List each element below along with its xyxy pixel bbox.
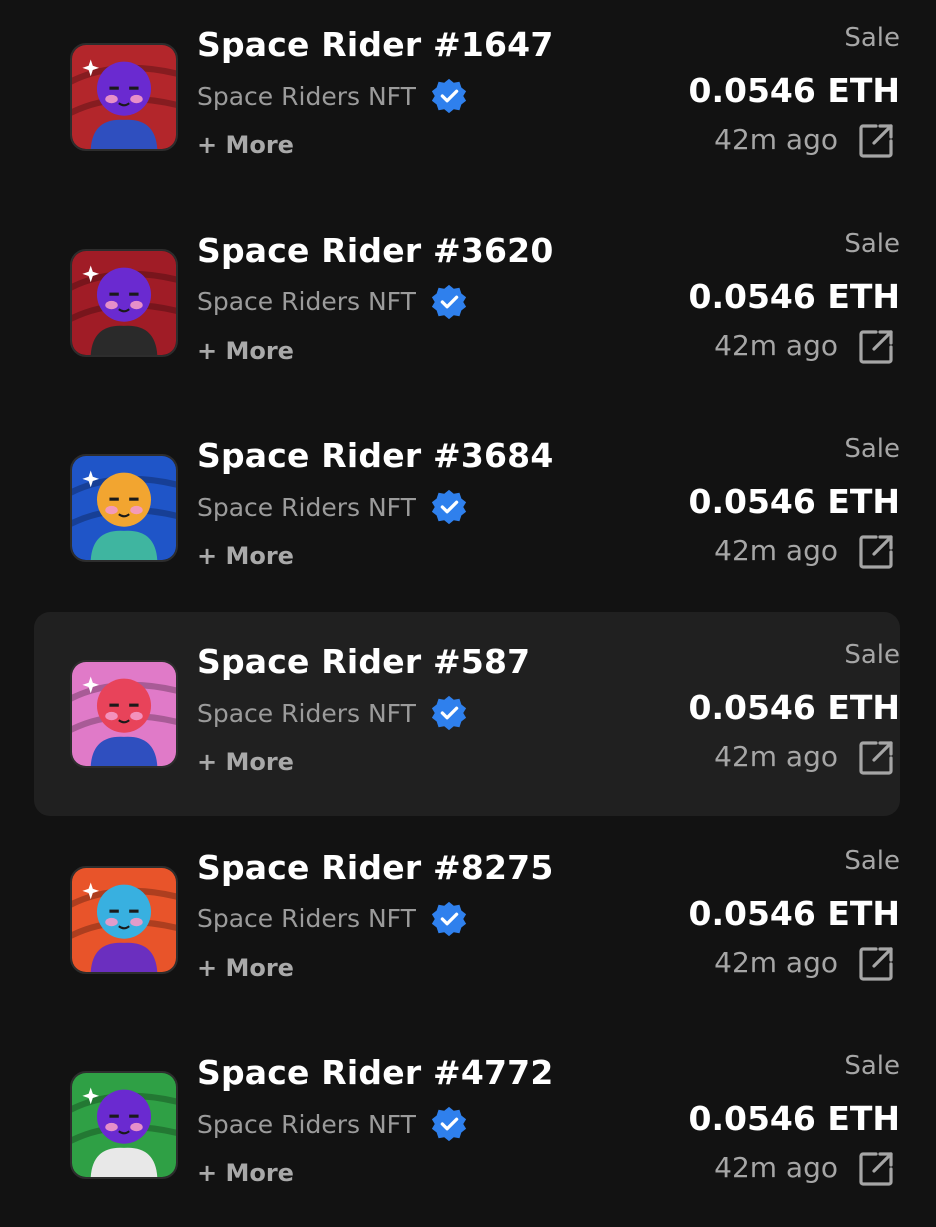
collection-name: Space Riders NFT — [197, 904, 416, 934]
nft-thumbnail[interactable] — [70, 43, 178, 152]
nft-thumbnail[interactable] — [70, 248, 178, 357]
verified-badge-icon — [430, 488, 468, 526]
collection-link[interactable]: Space Riders NFT — [197, 900, 468, 938]
collection-name: Space Riders NFT — [197, 492, 416, 522]
collection-link[interactable]: Space Riders NFT — [197, 77, 468, 115]
timestamp: 42m ago — [714, 534, 838, 568]
sale-price: 0.0546 ETH — [688, 276, 900, 316]
nft-name[interactable]: Space Rider #587 — [197, 642, 530, 681]
timestamp: 42m ago — [714, 740, 838, 773]
sale-price: 0.0546 ETH — [688, 1099, 900, 1139]
activity-row[interactable]: Space Rider #587 Space Riders NFT + More… — [34, 612, 900, 816]
sale-price: 0.0546 ETH — [688, 482, 900, 522]
sale-price: 0.0546 ETH — [688, 688, 900, 727]
collection-link[interactable]: Space Riders NFT — [197, 1105, 468, 1143]
activity-row[interactable]: Space Rider #4772 Space Riders NFT + Mor… — [34, 1023, 900, 1227]
nft-name[interactable]: Space Rider #1647 — [197, 25, 553, 64]
sale-price: 0.0546 ETH — [688, 893, 900, 933]
collection-link[interactable]: Space Riders NFT — [197, 283, 468, 321]
external-link-icon[interactable] — [856, 327, 896, 367]
event-type: Sale — [844, 434, 900, 465]
collection-link[interactable]: Space Riders NFT — [197, 488, 468, 526]
timestamp: 42m ago — [714, 945, 838, 979]
timestamp: 42m ago — [714, 328, 838, 362]
event-type: Sale — [844, 1051, 900, 1082]
event-type: Sale — [844, 640, 900, 670]
nft-thumbnail[interactable] — [70, 660, 178, 768]
timestamp: 42m ago — [714, 1151, 838, 1185]
collection-link[interactable]: Space Riders NFT — [197, 694, 468, 732]
more-button[interactable]: + More — [197, 954, 294, 982]
collection-name: Space Riders NFT — [197, 1109, 416, 1139]
more-button[interactable]: + More — [197, 131, 294, 159]
event-type: Sale — [844, 23, 900, 54]
more-button[interactable]: + More — [197, 748, 294, 776]
activity-row[interactable]: Space Rider #3620 Space Riders NFT + Mor… — [34, 201, 900, 405]
activity-row[interactable]: Space Rider #3684 Space Riders NFT + Mor… — [34, 406, 900, 610]
verified-badge-icon — [430, 1105, 468, 1143]
nft-thumbnail[interactable] — [70, 865, 178, 974]
verified-badge-icon — [430, 900, 468, 938]
external-link-icon[interactable] — [856, 944, 896, 984]
external-link-icon[interactable] — [856, 532, 896, 572]
activity-list: Space Rider #1647 Space Riders NFT + Mor… — [0, 0, 936, 1200]
more-button[interactable]: + More — [197, 1159, 294, 1187]
sale-price: 0.0546 ETH — [688, 71, 900, 111]
more-button[interactable]: + More — [197, 337, 294, 365]
nft-thumbnail[interactable] — [70, 1071, 178, 1180]
nft-name[interactable]: Space Rider #8275 — [197, 848, 553, 887]
timestamp: 42m ago — [714, 123, 838, 157]
collection-name: Space Riders NFT — [197, 287, 416, 317]
nft-name[interactable]: Space Rider #3684 — [197, 436, 553, 475]
nft-name[interactable]: Space Rider #4772 — [197, 1053, 553, 1092]
verified-badge-icon — [430, 283, 468, 321]
collection-name: Space Riders NFT — [197, 698, 416, 728]
activity-row[interactable]: Space Rider #8275 Space Riders NFT + Mor… — [34, 818, 900, 1022]
external-link-icon[interactable] — [856, 1149, 896, 1189]
nft-name[interactable]: Space Rider #3620 — [197, 231, 553, 270]
verified-badge-icon — [430, 694, 468, 732]
external-link-icon[interactable] — [856, 121, 896, 161]
activity-row[interactable]: Space Rider #1647 Space Riders NFT + Mor… — [34, 0, 900, 199]
collection-name: Space Riders NFT — [197, 81, 416, 111]
verified-badge-icon — [430, 77, 468, 115]
nft-thumbnail[interactable] — [70, 454, 178, 563]
event-type: Sale — [844, 845, 900, 876]
more-button[interactable]: + More — [197, 542, 294, 570]
external-link-icon[interactable] — [856, 738, 896, 778]
event-type: Sale — [844, 228, 900, 259]
